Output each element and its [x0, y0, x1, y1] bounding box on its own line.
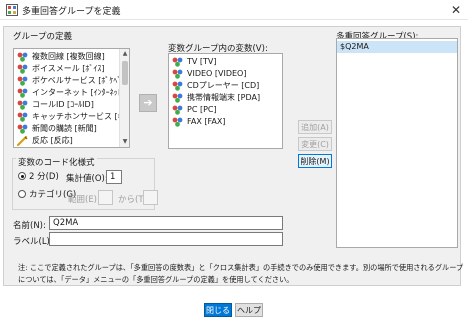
source-variable-item-label: コールID [ｺｰﾙID]: [32, 100, 94, 109]
source-variable-item[interactable]: キャッチホンサービス [ｷｬ...: [14, 111, 129, 123]
source-variable-item-label: キャッチホンサービス [ｷｬ...: [32, 112, 130, 121]
dichotomies-label: 2 分(D): [29, 172, 59, 182]
nominal-var-icon: [172, 117, 183, 127]
set-variable-item[interactable]: PC [PC]: [169, 104, 282, 116]
nominal-var-icon: [172, 105, 183, 115]
title-bar: 多重回答グループを定義 ✕: [0, 0, 468, 20]
scale-var-icon: [16, 135, 28, 147]
set-variable-item-label: FAX [FAX]: [187, 117, 226, 126]
source-variable-list[interactable]: 複数回線 [複数回線] ボイスメール [ﾎﾞｲｽ] ボケベルサービス [ﾎﾟｹﾍﾞﾙ…: [13, 48, 130, 148]
coding-label: 変数のコード化様式: [16, 156, 97, 168]
set-variable-item[interactable]: TV [TV]: [169, 56, 282, 68]
note-line-1: 注: ここで定義されたグループは、「多重回答の度数表」と「クロス集計表」の手続き…: [18, 263, 464, 272]
set-variable-item-label: TV [TV]: [187, 57, 217, 66]
set-variable-item-label: VIDEO [VIDEO]: [187, 69, 247, 78]
set-variable-item-label: 携帯情報端末 [PDA]: [187, 93, 261, 102]
source-variable-item-label: 新聞の購読 [新聞]: [32, 124, 97, 133]
range-to-input[interactable]: [143, 190, 158, 205]
set-variable-item[interactable]: CDプレーヤー [CD]: [169, 80, 282, 92]
nominal-var-icon: [17, 88, 28, 98]
nominal-var-icon: [17, 112, 28, 122]
scroll-up-icon[interactable]: ▲: [121, 50, 129, 58]
counted-value-label: 集計値(O):: [66, 174, 108, 184]
source-variable-item[interactable]: 複数回線 [複数回線]: [14, 51, 129, 63]
set-list-item[interactable]: $Q2MA: [337, 41, 457, 53]
nominal-var-icon: [17, 124, 28, 134]
change-button[interactable]: 変更(C): [298, 137, 332, 151]
nominal-var-icon: [172, 93, 183, 103]
source-variable-item[interactable]: ボケベルサービス [ﾎﾟｹﾍﾞﾙ]: [14, 75, 129, 87]
source-variable-item-label: 複数回線 [複数回線]: [32, 52, 105, 61]
nominal-var-icon: [172, 81, 183, 91]
set-list[interactable]: $Q2MA: [336, 38, 458, 248]
set-variable-item[interactable]: 携帯情報端末 [PDA]: [169, 92, 282, 104]
nominal-var-icon: [17, 52, 28, 62]
add-button[interactable]: 追加(A): [298, 120, 332, 134]
set-variable-item-label: PC [PC]: [187, 105, 217, 114]
scroll-thumb[interactable]: [122, 61, 128, 85]
help-button[interactable]: ヘルプ: [235, 303, 263, 317]
range-label: 範囲(E):: [68, 195, 100, 205]
close-button[interactable]: 閉じる: [204, 303, 232, 317]
source-list-scrollbar[interactable]: ▲ ▼: [119, 49, 129, 147]
close-icon[interactable]: ✕: [448, 2, 464, 18]
name-input[interactable]: Q2MA: [49, 216, 283, 230]
range-from-input[interactable]: [98, 190, 113, 205]
source-variable-item-label: ボイスメール [ﾎﾞｲｽ]: [32, 64, 105, 73]
scroll-down-icon[interactable]: ▼: [121, 138, 129, 146]
nominal-var-icon: [17, 76, 28, 86]
var-label-label: ラベル(L):: [13, 237, 53, 247]
nominal-var-icon: [17, 100, 28, 110]
set-variable-item[interactable]: FAX [FAX]: [169, 116, 282, 128]
counted-value-input[interactable]: 1: [106, 170, 122, 184]
nominal-var-icon: [172, 57, 183, 67]
set-definition-label: グループの定義: [13, 32, 72, 42]
app-icon: [6, 4, 18, 16]
variables-in-set-list[interactable]: TV [TV] VIDEO [VIDEO] CDプレーヤー [CD] 携帯情報端末 […: [168, 53, 283, 149]
source-variable-item[interactable]: 新聞の購読 [新聞]: [14, 123, 129, 135]
move-variable-button[interactable]: ➔: [139, 94, 157, 112]
source-variable-item[interactable]: インターネット [ｲﾝﾀｰﾈｯﾄ]: [14, 87, 129, 99]
categories-radio[interactable]: [18, 190, 26, 198]
source-variable-item[interactable]: 反応 [反応]: [14, 135, 129, 147]
nominal-var-icon: [17, 64, 28, 74]
source-variable-item[interactable]: ボイスメール [ﾎﾞｲｽ]: [14, 63, 129, 75]
window-title: 多重回答グループを定義: [22, 7, 121, 17]
remove-button[interactable]: 削除(M): [298, 154, 332, 168]
label-input[interactable]: [49, 232, 283, 246]
nominal-var-icon: [172, 69, 183, 79]
name-label: 名前(N):: [13, 221, 46, 231]
source-variable-item-label: インターネット [ｲﾝﾀｰﾈｯﾄ]: [32, 88, 125, 97]
note-line-2: については、「データ」メニューの「多重回答グループの定義」を使用してください。: [18, 275, 294, 284]
source-variable-item-label: 反応 [反応]: [32, 136, 73, 145]
dichotomies-radio[interactable]: [18, 172, 26, 180]
source-variable-item[interactable]: コールID [ｺｰﾙID]: [14, 99, 129, 111]
source-variable-item-label: ボケベルサービス [ﾎﾟｹﾍﾞﾙ]: [32, 76, 129, 85]
set-variable-item[interactable]: VIDEO [VIDEO]: [169, 68, 282, 80]
set-variable-item-label: CDプレーヤー [CD]: [187, 81, 260, 90]
